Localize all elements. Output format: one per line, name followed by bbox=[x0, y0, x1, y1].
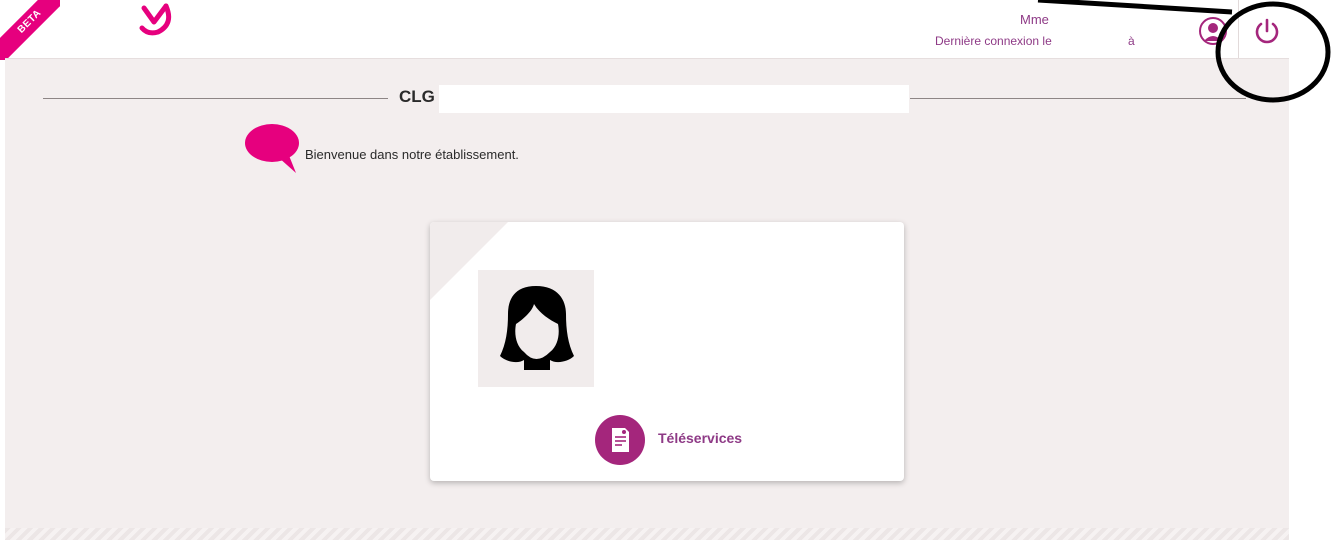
top-header: BETA Mme Dernière connexion le à bbox=[0, 0, 1339, 60]
brand-logo-icon[interactable] bbox=[138, 2, 174, 36]
bottom-stripe bbox=[5, 528, 1289, 540]
speech-bubble-icon bbox=[245, 124, 299, 173]
last-login-at: à bbox=[1128, 34, 1135, 48]
teleservices-label: Téléservices bbox=[658, 430, 743, 446]
beta-label: BETA bbox=[0, 0, 60, 60]
title-rule-right bbox=[910, 98, 1246, 99]
teleservices-icon-circle bbox=[595, 415, 645, 465]
page: BETA Mme Dernière connexion le à CLG Bie… bbox=[0, 0, 1339, 540]
power-icon[interactable] bbox=[1252, 16, 1282, 46]
title-rule-left bbox=[43, 98, 388, 99]
school-title-row: CLG bbox=[5, 85, 1289, 113]
main-content: CLG Bienvenue dans notre établissement. bbox=[5, 58, 1289, 529]
user-info: Mme Dernière connexion le à bbox=[930, 12, 1150, 52]
profile-card: Téléservices bbox=[430, 222, 904, 481]
school-name-redacted bbox=[439, 85, 909, 113]
header-divider bbox=[1238, 0, 1239, 58]
beta-ribbon: BETA bbox=[0, 0, 60, 60]
welcome-message: Bienvenue dans notre établissement. bbox=[305, 147, 519, 162]
female-avatar-icon bbox=[500, 286, 574, 370]
document-icon bbox=[612, 428, 629, 452]
last-login-label: Dernière connexion le bbox=[935, 34, 1052, 48]
school-title: CLG bbox=[399, 87, 435, 106]
user-profile-icon[interactable] bbox=[1198, 16, 1228, 46]
avatar bbox=[478, 270, 594, 387]
user-name: Mme bbox=[1020, 12, 1049, 27]
